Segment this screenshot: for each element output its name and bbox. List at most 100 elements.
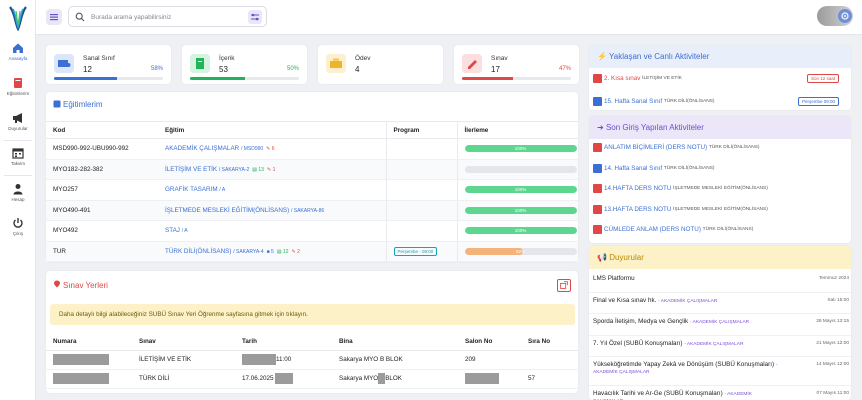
course-link[interactable]: TÜRK DİLİ(ÖNLİSANS): [165, 248, 231, 255]
announcement-text: Sporda İletişim, Medya ve Gençlik - AKAD…: [593, 318, 750, 325]
sidebar: Anasayfa Eğitimlerim Duyurular Takvim He…: [0, 0, 36, 400]
sidebar-item-calendar[interactable]: Takvim: [0, 146, 36, 166]
stat-card-assignment[interactable]: Ödev 4: [318, 45, 443, 84]
settings-button[interactable]: [838, 9, 852, 23]
course-section: / A: [181, 228, 188, 235]
table-row[interactable]: MYO490-491 İŞLETMEDE MESLEKİ EĞİTİM(ÖNLİ…: [46, 200, 578, 221]
course-section: / SAKARYA-86: [290, 207, 325, 214]
external-link-icon: [560, 281, 568, 289]
redacted-date: [242, 354, 276, 365]
course-link[interactable]: İLETİŞİM VE ETİK: [165, 166, 217, 173]
announcement-item[interactable]: Final ve Kısa sınav hk. - AKADEMİK ÇALIŞ…: [593, 297, 855, 304]
sidebar-item-logout[interactable]: Çıkış: [0, 216, 36, 236]
recent-activity-item[interactable]: 13.HAFTA DERS NOTU İŞLETMEDE MESLEKİ EĞİ…: [593, 204, 768, 214]
search-box[interactable]: Burada arama yapabilirsiniz: [68, 6, 267, 27]
sidebar-item-label: Eğitimlerim: [6, 91, 30, 96]
course-tag: ▤ 12: [276, 248, 289, 255]
course-code: MYO257: [46, 179, 158, 201]
upcoming-activities-header: ⚡ Yaklaşan ve Canlı Aktiviteler: [589, 45, 851, 68]
menu-toggle-button[interactable]: [46, 9, 62, 25]
announcement-item[interactable]: Yükseköğretimde Yapay Zekâ ve Dönüşüm (S…: [593, 361, 855, 375]
announcement-item[interactable]: 7. Yıl Özel (SUBÜ Konuşmaları) - AKADEMİ…: [593, 340, 855, 347]
exam-building-suffix: BLOK: [385, 375, 403, 383]
stat-card-content[interactable]: İçerik 53 50%: [182, 45, 307, 84]
column-header: Bina: [332, 333, 458, 351]
top-bar: Burada arama yapabilirsiniz: [36, 0, 862, 35]
upcoming-activity-item[interactable]: 15. Hafta Sanal Sınıf TÜRK DİLİ(ÖNLİSANS…: [593, 97, 847, 106]
progress-label: 100%: [514, 146, 527, 152]
exam-locations-card: Sınav Yerleri Daha detaylı bilgi alabile…: [46, 271, 578, 393]
schedule-badge: Perşembe - 09:00: [393, 246, 438, 256]
exam-time: 11:00: [276, 356, 292, 364]
course-code: TUR: [46, 241, 158, 262]
table-row[interactable]: TUR TÜRK DİLİ(ÖNLİSANS) / SAKARYA-4 ■ 5 ▤ …: [46, 241, 578, 262]
table-row[interactable]: MYO492 STAJ / A 100%: [46, 220, 578, 242]
announcement-date: 14 Mayıs 12:00: [816, 362, 849, 367]
exam-icon: [593, 74, 602, 83]
announcements-header: 📢 Duyurular: [589, 246, 851, 269]
search-input[interactable]: Burada arama yapabilirsiniz: [91, 14, 171, 21]
search-icon: [75, 12, 85, 22]
progress-label: 52%: [515, 248, 525, 254]
redacted-time: [275, 373, 294, 384]
recent-activity-item[interactable]: ANLATIM BİÇİMLERİ (DERS NOTU) TÜRK DİLİ(…: [593, 143, 760, 152]
course-link[interactable]: AKADEMİK ÇALIŞMALAR: [165, 145, 239, 152]
column-header: Tarih: [235, 333, 332, 351]
course-tag: ✎ 6: [266, 146, 275, 153]
announcement-item[interactable]: Sporda İletişim, Medya ve Gençlik - AKAD…: [593, 318, 855, 325]
upcoming-activities-title: Yaklaşan ve Canlı Aktiviteler: [609, 52, 710, 61]
course-section: / SAKARYA-4: [233, 248, 264, 255]
stat-percent: 50%: [286, 66, 299, 72]
course-progress-bar: 100%: [464, 227, 577, 235]
recent-activities-card: ➜ Son Giriş Yapılan Aktiviteler ANLATIM …: [589, 116, 851, 243]
table-row[interactable]: MYO257 GRAFİK TASARIM / A 100%: [46, 179, 578, 201]
exam-building: Sakarya MYO: [339, 375, 379, 383]
announcement-item[interactable]: LMS Platformu Temmuz 2024: [593, 275, 855, 282]
stat-card-virtual-class[interactable]: Sanal Sınıf 12 58%: [46, 45, 171, 84]
stat-value: 17: [491, 65, 500, 74]
exam-icon: ✎: [266, 166, 272, 173]
stat-title: İçerik: [219, 55, 235, 62]
course-link[interactable]: GRAFİK TASARIM: [165, 186, 218, 193]
search-filter-button[interactable]: [248, 10, 262, 24]
table-row[interactable]: MSD990-992-UBU990-992 AKADEMİK ÇALIŞMALA…: [46, 138, 578, 160]
announcements-title: Duyurular: [609, 253, 644, 262]
sidebar-item-home[interactable]: Anasayfa: [0, 41, 36, 61]
sidebar-item-announcements[interactable]: Duyurular: [0, 111, 36, 131]
column-header: İlerleme: [457, 121, 578, 139]
exam-seat: 57: [521, 369, 578, 389]
announcement-item[interactable]: Havacılık Tarihi ve Ar-Ge (SUBÜ Konuşmal…: [593, 390, 855, 400]
course-link[interactable]: İŞLETMEDE MESLEKİ EĞİTİM(ÖNLİSANS): [165, 207, 289, 214]
megaphone-icon: 📢: [597, 253, 607, 262]
stat-title: Ödev: [355, 55, 371, 62]
university-logo-icon[interactable]: [7, 5, 29, 31]
upcoming-activity-item[interactable]: 2. Kısa sınav İLETİŞİM VE ETİK Son 12 sa…: [593, 74, 847, 83]
table-row: TÜRK DİLİ 17.06.2025 Sakarya MYO BLOK 57: [46, 369, 578, 389]
stat-card-exam[interactable]: Sınav 17 47%: [454, 45, 579, 84]
sidebar-item-label: Anasayfa: [8, 56, 28, 61]
redacted-room: [465, 373, 499, 384]
redacted-number: [53, 373, 109, 384]
sidebar-item-account[interactable]: Hesap: [0, 182, 36, 202]
announcement-date: Temmuz 2024: [818, 276, 849, 281]
exam-building: Sakarya MYO B BLOK: [332, 350, 458, 370]
column-header: Numara: [46, 333, 132, 351]
announcement-text: Yükseköğretimde Yapay Zekâ ve Dönüşüm (S…: [593, 361, 778, 375]
announcement-date: 21 Mayıs 12:00: [816, 340, 849, 346]
course-link[interactable]: STAJ: [165, 227, 180, 234]
recent-activity-item[interactable]: CÜMLEDE ANLAM (DERS NOTU) TÜRK DİLİ(ÖNLİ…: [593, 225, 753, 234]
recent-activity-item[interactable]: 14.HAFTA DERS NOTU İŞLETMEDE MESLEKİ EĞİ…: [593, 184, 768, 193]
recent-activity-item[interactable]: 14. Hafta Sanal Sınıf TÜRK DİLİ(ÖNLİSANS…: [593, 163, 715, 173]
stat-value: 53: [219, 65, 228, 74]
sidebar-item-courses[interactable]: Eğitimlerim: [0, 76, 36, 96]
exam-notice-link[interactable]: Daha detaylı bilgi alabileceğiniz SUBÜ S…: [50, 304, 575, 325]
course-tag: ✎ 1: [266, 166, 276, 173]
export-button[interactable]: [557, 279, 571, 292]
exam-seat: [521, 350, 578, 370]
table-row[interactable]: MYO182-282-382 İLETİŞİM VE ETİK / SAKARY…: [46, 159, 578, 180]
sign-in-icon: ➜: [597, 123, 604, 132]
announcement-date: 07 Mayıs 11:00: [816, 390, 849, 396]
course-code: MYO182-282-382: [46, 159, 158, 180]
redacted-number: [53, 354, 109, 365]
pdf-icon: [593, 204, 602, 214]
